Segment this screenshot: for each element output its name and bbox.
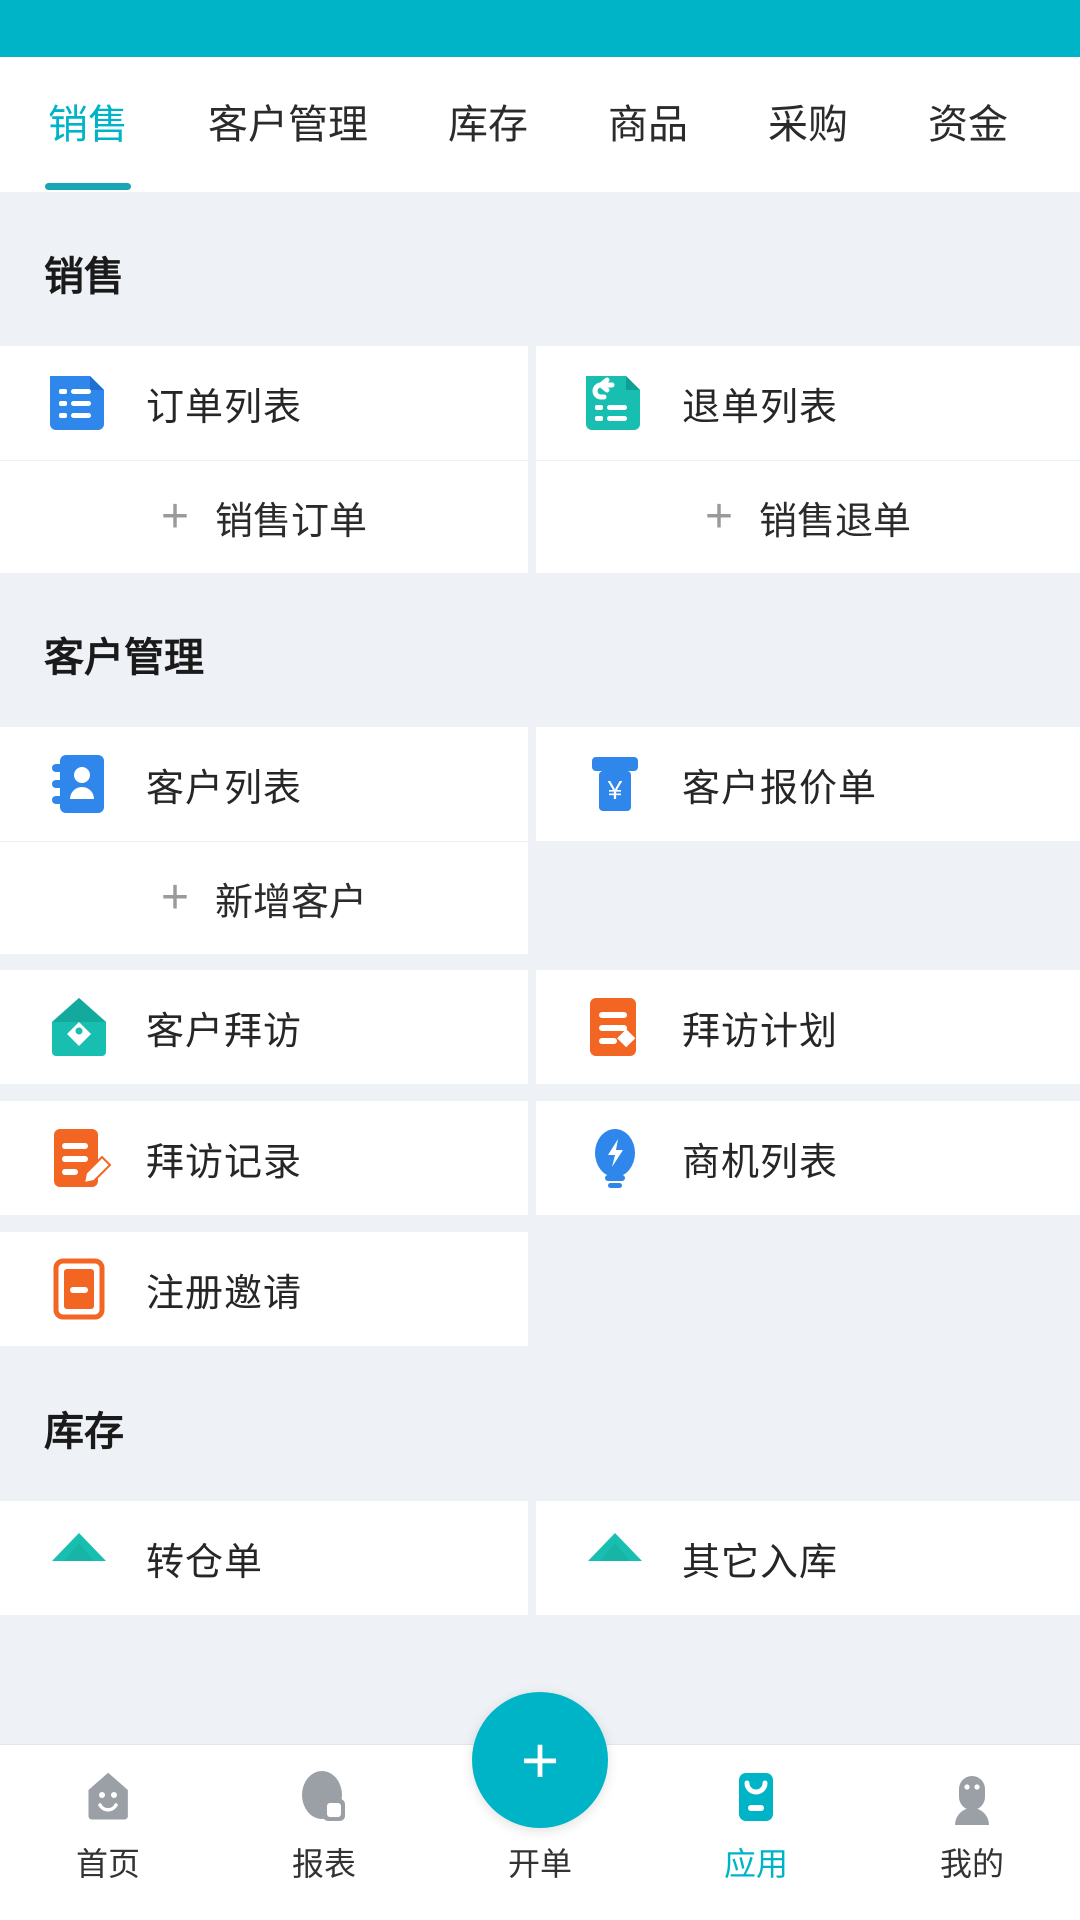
tab-sales[interactable]: 销售 (48, 92, 128, 158)
nav-label: 我的 (939, 1846, 1004, 1882)
tab-purchase[interactable]: 采购 (768, 92, 848, 158)
add-label: 销售订单 (215, 500, 368, 543)
add-customer-button[interactable]: + 新增客户 (0, 842, 536, 954)
card-customer-list[interactable]: 客户列表 (0, 727, 536, 842)
card-visit-record[interactable]: 拜访记录 (0, 1101, 536, 1216)
card-label: 拜访计划 (682, 1010, 839, 1053)
add-sales-order-button[interactable]: + 销售订单 (0, 461, 536, 573)
home-smile-icon (77, 1767, 139, 1829)
customer-book-icon (46, 751, 112, 817)
nav-label: 首页 (75, 1846, 140, 1882)
plus-fab-icon: + (520, 1723, 560, 1797)
card-customer-visit[interactable]: 客户拜访 (0, 970, 536, 1085)
nav-item-apps[interactable]: 应用 (648, 1745, 864, 1885)
apps-grid-icon (725, 1767, 787, 1829)
inbound-icon (582, 1525, 648, 1591)
nav-label: 开单 (507, 1846, 572, 1882)
user-avatar-icon (941, 1767, 1003, 1829)
row-gap (0, 1216, 1080, 1232)
section-title-customer: 客户管理 (0, 573, 1080, 727)
return-list-icon (582, 370, 648, 436)
add-sales-return-button[interactable]: + 销售退单 (536, 461, 1080, 573)
record-pen-icon (46, 1125, 112, 1191)
add-label: 销售退单 (759, 500, 912, 543)
section-title-sales: 销售 (0, 192, 1080, 346)
content-scroll-area[interactable]: 销售 订单列表 退单列表 + 销售订单 + 销售退单 客户管理 客户列表 ¥ 客… (0, 192, 1080, 1744)
tab-goods[interactable]: 商品 (608, 92, 688, 158)
empty-slot (536, 1232, 1080, 1347)
card-register-invite[interactable]: 注册邀请 (0, 1232, 536, 1347)
nav-label: 应用 (723, 1846, 788, 1882)
plus-icon: + (160, 490, 189, 543)
report-chart-icon (293, 1767, 355, 1829)
plus-icon: + (704, 490, 733, 543)
app-root: 销售 客户管理 库存 商品 采购 资金 销售 订单列表 退单列表 + 销售订单 … (0, 0, 1080, 1920)
add-label: 新增客户 (215, 881, 368, 924)
card-order-list[interactable]: 订单列表 (0, 346, 536, 461)
card-label: 其它入库 (682, 1541, 839, 1584)
card-label: 客户拜访 (146, 1010, 303, 1053)
status-bar (0, 0, 1080, 57)
nav-item-report[interactable]: 报表 (216, 1745, 432, 1885)
order-list-icon (46, 370, 112, 436)
card-transfer-order[interactable]: 转仓单 (0, 1501, 536, 1616)
card-return-list[interactable]: 退单列表 (536, 346, 1080, 461)
sales-grid: 订单列表 退单列表 + 销售订单 + 销售退单 (0, 346, 1080, 573)
customer-grid: 客户列表 ¥ 客户报价单 + 新增客户 客户拜访 拜访计划 拜访记录 商机列表 … (0, 727, 1080, 1347)
transfer-icon (46, 1525, 112, 1591)
card-label: 注册邀请 (146, 1272, 303, 1315)
card-label: 退单列表 (682, 386, 839, 429)
card-label: 拜访记录 (146, 1141, 303, 1184)
card-label: 客户列表 (146, 767, 303, 810)
card-visit-plan[interactable]: 拜访计划 (536, 970, 1080, 1085)
nav-label: 报表 (291, 1846, 356, 1882)
plus-icon: + (160, 871, 189, 924)
plan-doc-icon (582, 994, 648, 1060)
stock-grid: 转仓单 其它入库 (0, 1501, 1080, 1616)
card-label: 订单列表 (146, 386, 303, 429)
house-tag-icon (46, 994, 112, 1060)
card-label: 客户报价单 (682, 767, 878, 810)
card-other-inbound[interactable]: 其它入库 (536, 1501, 1080, 1616)
section-title-stock: 库存 (0, 1347, 1080, 1501)
create-order-fab[interactable]: + (472, 1692, 608, 1828)
tab-funds[interactable]: 资金 (928, 92, 1008, 158)
card-opportunity-list[interactable]: 商机列表 (536, 1101, 1080, 1216)
row-gap (0, 954, 1080, 970)
card-customer-quote[interactable]: ¥ 客户报价单 (536, 727, 1080, 842)
category-tab-strip[interactable]: 销售 客户管理 库存 商品 采购 资金 (0, 57, 1080, 192)
tab-stock[interactable]: 库存 (448, 92, 528, 158)
nav-item-mine[interactable]: 我的 (864, 1745, 1080, 1885)
lightbulb-bolt-icon (582, 1125, 648, 1191)
card-label: 转仓单 (146, 1541, 264, 1584)
tab-customer[interactable]: 客户管理 (208, 92, 368, 158)
row-gap (0, 1085, 1080, 1101)
empty-slot (536, 842, 1080, 954)
svg-text:¥: ¥ (607, 775, 623, 805)
card-label: 商机列表 (682, 1141, 839, 1184)
price-tag-yuan-icon: ¥ (582, 751, 648, 817)
invite-card-icon (46, 1256, 112, 1322)
nav-item-home[interactable]: 首页 (0, 1745, 216, 1885)
